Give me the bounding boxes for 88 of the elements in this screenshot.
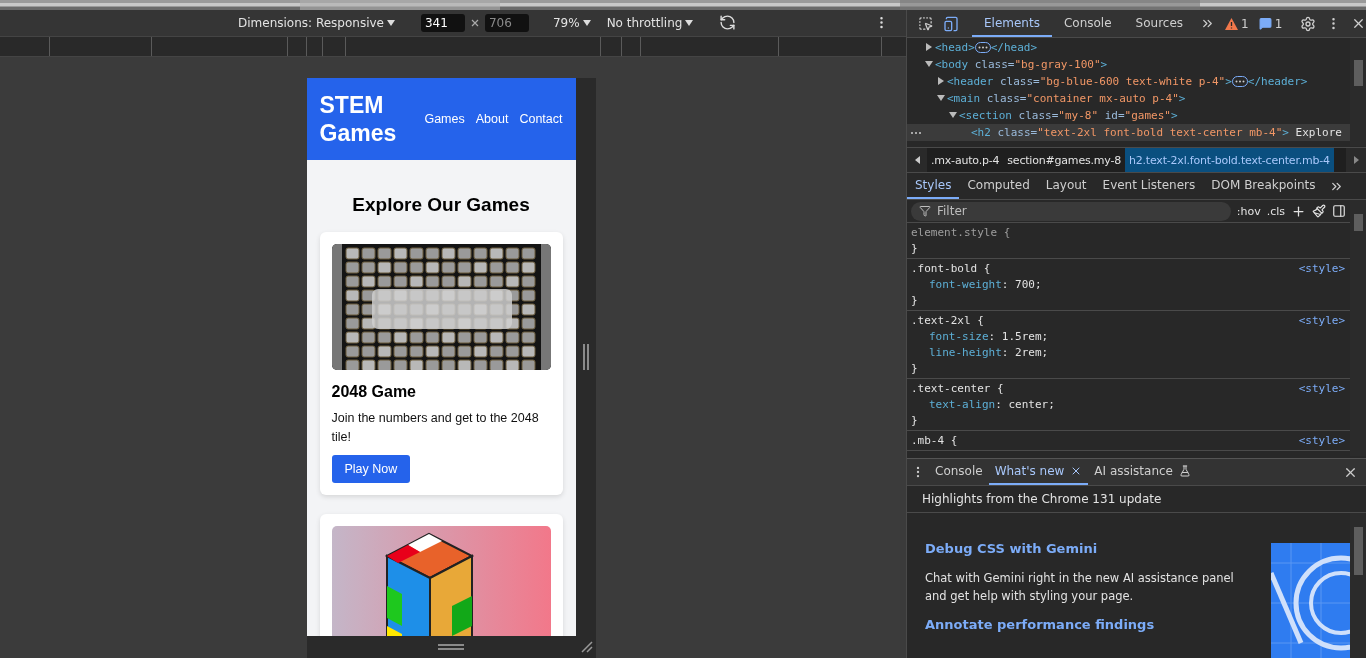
nav-link[interactable]: Contact (519, 112, 563, 126)
throttling-dropdown[interactable]: No throttling (606, 15, 694, 30)
source-link[interactable]: <style> (1298, 433, 1345, 449)
zoom-dropdown[interactable]: 79% (552, 15, 591, 30)
css-declaration[interactable]: font-size: 1.5rem; (911, 329, 1049, 345)
flask-icon (1179, 465, 1191, 477)
dom-node[interactable]: <header class="bg-blue-600 text-white p-4"> (947, 73, 1232, 90)
breadcrumb[interactable]: section#games.my-8 (1003, 148, 1125, 172)
filter-icon (919, 205, 931, 217)
hover-state-toggle[interactable]: :hov (1236, 204, 1261, 218)
dom-node[interactable]: <body class="bg-gray-100"> (935, 56, 1108, 73)
closing-brace: } (911, 293, 918, 309)
ellipsis-icon[interactable] (974, 42, 991, 53)
breadcrumb[interactable]: h2.text-2xl.font-bold.text-center.mb-4 (1125, 148, 1334, 172)
css-declaration[interactable]: text-align: center; (911, 397, 1055, 413)
css-declaration[interactable]: line-height: 2rem; (911, 345, 1049, 361)
devtools-tab[interactable]: Console (1051, 10, 1124, 37)
css-selector: .font-bold { (911, 261, 991, 277)
card-title: 2048 Game (331, 383, 417, 401)
caret-icon (685, 19, 694, 26)
feature-description: Chat with Gemini right in the new AI assistance panel and get help with styling your page. (925, 570, 1235, 605)
dom-node-close: </head> (990, 40, 1038, 56)
class-toggle[interactable]: .cls (1266, 204, 1285, 218)
drawer-tab[interactable]: What's new (988, 459, 1089, 485)
css-selector: .text-center { (911, 381, 1004, 397)
drawer-tab[interactable]: AI assistance (1088, 459, 1197, 485)
css-selector: .mb-4 { (911, 433, 958, 449)
settings-icon[interactable] (1300, 15, 1317, 32)
caret-icon (386, 19, 395, 26)
sidebar-toggle-icon[interactable] (1332, 204, 1346, 218)
styles-tab[interactable]: Styles (907, 173, 960, 199)
rotate-icon[interactable] (719, 14, 737, 32)
css-declaration[interactable]: font-weight: 700; (911, 277, 1042, 293)
times-icon (470, 18, 479, 27)
resize-handle-icon[interactable] (438, 644, 464, 650)
feature-link[interactable]: Debug CSS with Gemini (925, 541, 1271, 556)
section-heading: Explore Our Games (351, 193, 531, 217)
css-selector: .text-2xl { (911, 313, 984, 329)
expand-arrow-icon[interactable] (949, 111, 957, 119)
devtools-tab[interactable]: Elements (972, 10, 1052, 37)
resize-corner-icon[interactable] (580, 641, 593, 653)
nav-link[interactable]: Games (424, 112, 465, 126)
update-header: Highlights from the Chrome 131 update (907, 486, 1366, 513)
card-description: Join the numbers and get to the 2048 tile! (331, 410, 540, 446)
caret-icon (582, 19, 591, 26)
source-link[interactable]: <style> (1298, 313, 1345, 329)
expand-arrow-icon[interactable] (937, 77, 945, 85)
dom-node[interactable]: <head> (935, 39, 975, 56)
scroll-right-icon[interactable] (1353, 156, 1359, 164)
dom-node-close: </header> (1247, 74, 1308, 90)
expand-arrow-icon[interactable] (937, 94, 945, 102)
site-logo[interactable]: STEM Games (319, 91, 410, 147)
styles-tab[interactable]: Event Listeners (1094, 173, 1204, 199)
expand-arrow-icon[interactable] (925, 43, 933, 51)
styles-tab[interactable]: Computed (959, 173, 1038, 199)
scroll-left-icon[interactable] (914, 156, 920, 164)
filter-field[interactable]: Filter (911, 201, 1231, 221)
closing-brace: } (911, 361, 918, 377)
warning-count[interactable]: 1 (1241, 16, 1249, 31)
styles-tab[interactable]: DOM Breakpoints (1203, 173, 1324, 199)
feature-link[interactable]: Annotate performance findings (925, 617, 1271, 632)
expand-arrow-icon[interactable] (925, 60, 933, 68)
devtools-tab[interactable]: Sources (1123, 10, 1196, 37)
height-field[interactable]: 706 (484, 13, 529, 32)
device-toolbar-icon[interactable] (943, 15, 959, 32)
message-icon[interactable] (1258, 17, 1272, 30)
close-icon[interactable] (1351, 16, 1366, 31)
width-field[interactable]: 341 (420, 13, 465, 32)
warning-icon[interactable] (1225, 17, 1239, 30)
ellipsis-icon[interactable] (1231, 76, 1248, 87)
source-link[interactable]: <style> (1298, 261, 1345, 277)
closing-brace: } (911, 413, 918, 429)
drawer-tab[interactable]: Console (929, 459, 989, 485)
dom-node[interactable]: <main class="container mx-auto p-4"> (947, 90, 1186, 107)
css-selector: element.style { (911, 225, 1011, 241)
dimensions-dropdown[interactable]: Dimensions: Responsive (238, 15, 395, 30)
resize-handle-icon[interactable] (582, 344, 589, 370)
closing-brace: } (911, 241, 918, 257)
message-count[interactable]: 1 (1274, 16, 1283, 31)
play-button[interactable]: Play Now (331, 455, 411, 483)
breadcrumb[interactable]: .mx-auto.p-4 (927, 148, 1004, 172)
paintbrush-icon[interactable] (1312, 204, 1326, 218)
add-rule-icon[interactable] (1291, 203, 1306, 219)
nav-link[interactable]: About (475, 112, 509, 126)
source-link[interactable]: <style> (1298, 381, 1345, 397)
styles-tab[interactable]: Layout (1037, 173, 1095, 199)
inspect-icon[interactable] (918, 16, 933, 31)
dom-node[interactable]: <section class="my-8" id="games"> (959, 107, 1178, 124)
